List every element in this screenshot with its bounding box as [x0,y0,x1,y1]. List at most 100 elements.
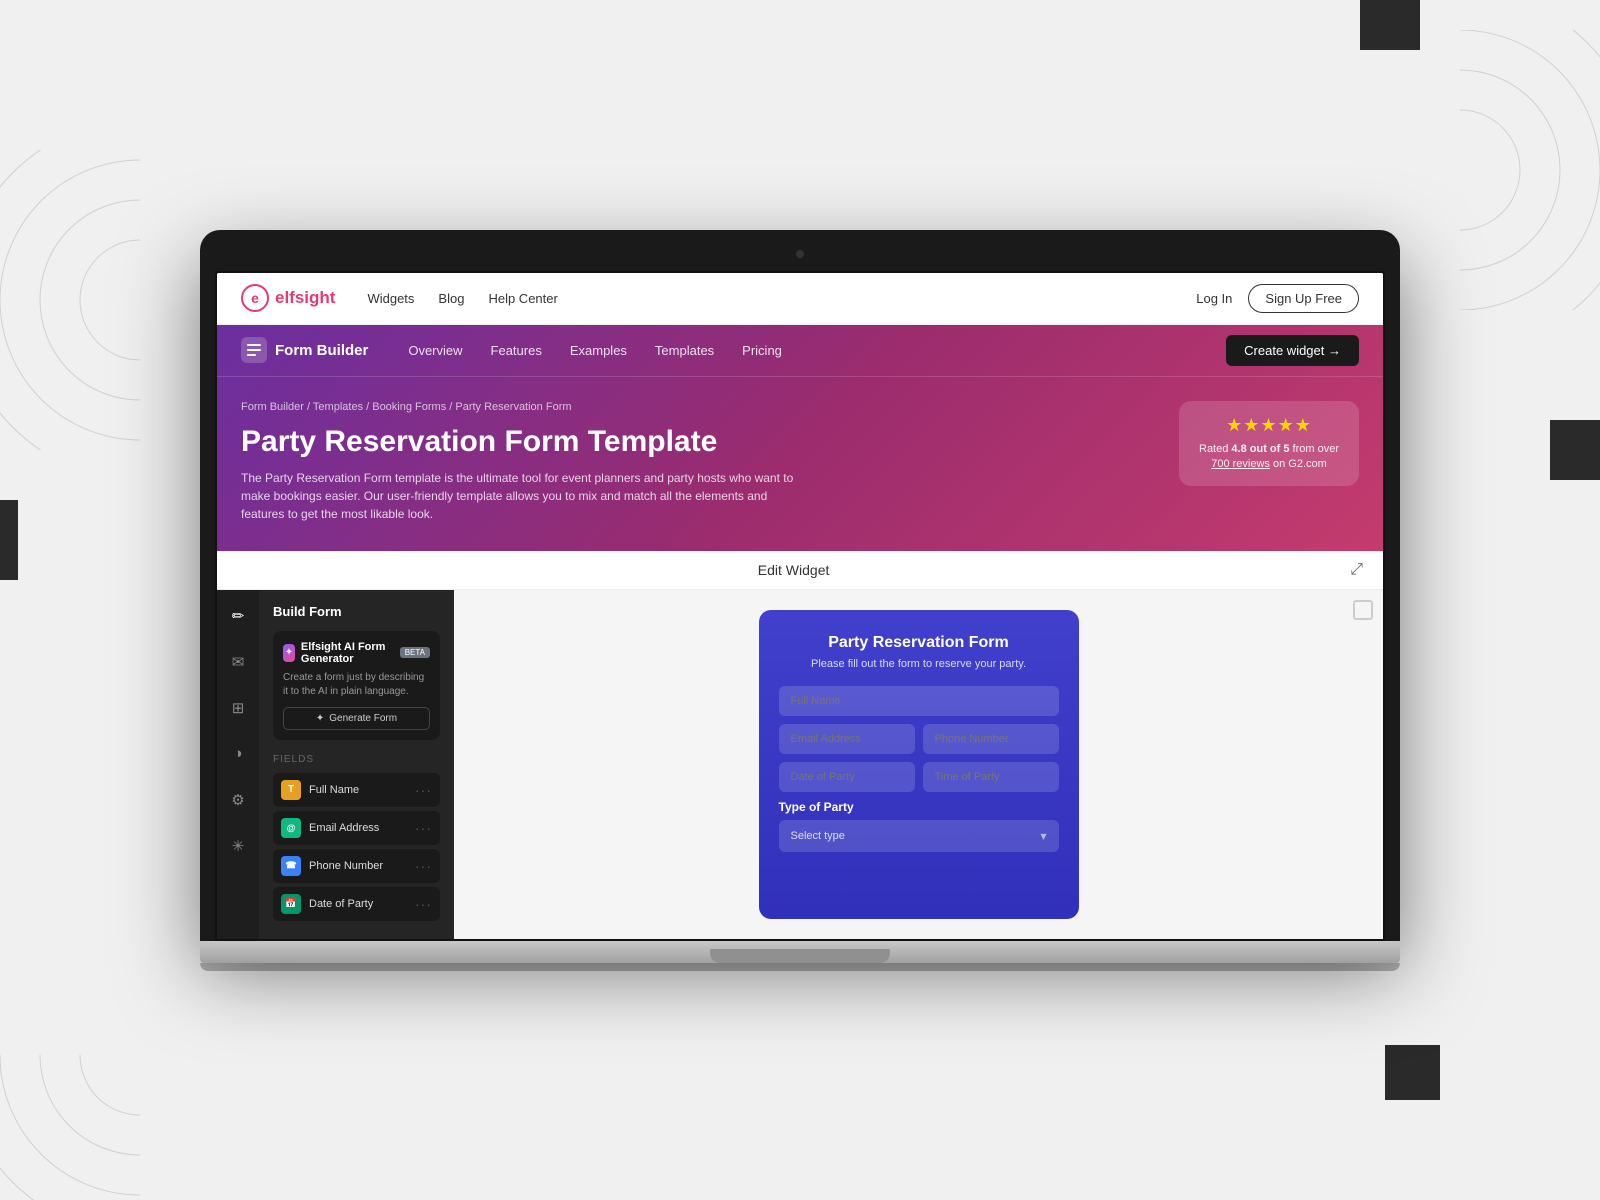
field-type-icon-phone: ☎ [281,856,301,876]
hero-title: Party Reservation Form Template [241,425,1179,459]
field-dots-date: ··· [415,896,432,912]
hero-section: Form Builder / Templates / Booking Forms… [217,377,1383,551]
laptop-camera [215,245,1385,263]
field-name-phone: Phone Number [309,860,383,872]
party-type-select[interactable]: Select type ▾ [779,820,1059,852]
logo-svg: e [241,284,269,312]
ai-title: Elfsight AI Form Generator [301,641,394,665]
ai-icon: ✦ [283,644,295,662]
sidebar-icons: ✏ ✉ ⊞ ◑ ⚙ ✳ [217,590,259,939]
site-navigation: e elfsight Widgets Blog Help Center Log … [217,273,1383,325]
bg-decoration-bottom [1385,1045,1440,1100]
laptop-frame: e elfsight Widgets Blog Help Center Log … [200,230,1400,941]
email-input[interactable] [779,724,915,754]
form-widget: Party Reservation Form Please fill out t… [759,610,1079,919]
nav-blog[interactable]: Blog [438,291,464,306]
signup-button[interactable]: Sign Up Free [1248,284,1359,313]
field-dots-email: ··· [415,820,432,836]
laptop-container: e elfsight Widgets Blog Help Center Log … [200,230,1400,971]
rating-stars: ★★★★★ [1199,415,1339,436]
build-form-panel: Build Form ✦ Elfsight AI Form Generator … [259,590,454,939]
laptop-base-notch [710,949,890,963]
nav-actions: Log In Sign Up Free [1196,284,1359,313]
field-item-left: T Full Name [281,780,359,800]
field-dots-phone: ··· [415,858,432,874]
expand-button[interactable]: ⤢ [1350,561,1363,579]
date-time-row [779,762,1059,792]
widget-editor: ✏ ✉ ⊞ ◑ ⚙ ✳ Build Form ✦ Elfsight AI For… [217,590,1383,939]
phone-input[interactable] [923,724,1059,754]
laptop-screen: e elfsight Widgets Blog Help Center Log … [215,271,1385,941]
select-arrow-icon: ▾ [1040,829,1046,843]
ai-generator: ✦ Elfsight AI Form Generator BETA Create… [273,631,440,740]
bg-circles-left [0,150,140,455]
product-header: Form Builder Overview Features Examples … [217,325,1383,551]
field-date[interactable]: 📅 Date of Party ··· [273,887,440,921]
field-name-date: Date of Party [309,898,373,910]
field-item-left-phone: ☎ Phone Number [281,856,383,876]
hero-content: Form Builder / Templates / Booking Forms… [241,401,1179,523]
field-phone[interactable]: ☎ Phone Number ··· [273,849,440,883]
field-dots-fullname: ··· [415,782,432,798]
field-full-name[interactable]: T Full Name ··· [273,773,440,807]
hero-description: The Party Reservation Form template is t… [241,469,801,523]
mobile-frame-indicator [1353,600,1373,620]
rating-text: Rated 4.8 out of 5 from over 700 reviews… [1199,442,1339,473]
breadcrumb: Form Builder / Templates / Booking Forms… [241,401,1179,413]
field-item-left-email: @ Email Address [281,818,379,838]
rating-reviews-link[interactable]: 700 reviews [1211,458,1270,470]
generate-icon: ✦ [316,713,324,724]
product-name: Form Builder [275,342,368,359]
sidebar-icon-asterisk[interactable]: ✳ [224,832,252,860]
nav-help-center[interactable]: Help Center [488,291,557,306]
edit-widget-header: Edit Widget ⤢ [217,551,1383,590]
field-email[interactable]: @ Email Address ··· [273,811,440,845]
create-widget-button[interactable]: Create widget → [1226,335,1359,366]
field-name-fullname: Full Name [309,784,359,796]
laptop-bottom [200,963,1400,971]
bg-circles-bottom-left [0,1055,140,1200]
product-nav-examples[interactable]: Examples [570,343,627,358]
sidebar-icon-palette[interactable]: ◑ [224,740,252,768]
sidebar-icon-settings[interactable]: ⚙ [224,786,252,814]
sidebar-icon-mail[interactable]: ✉ [224,648,252,676]
rating-card: ★★★★★ Rated 4.8 out of 5 from over 700 r… [1179,401,1359,487]
date-input[interactable] [779,762,915,792]
nav-links: Widgets Blog Help Center [367,291,1196,306]
nav-widgets[interactable]: Widgets [367,291,414,306]
time-input[interactable] [923,762,1059,792]
product-icon [241,337,267,363]
field-type-icon-date: 📅 [281,894,301,914]
fields-label: FIELDS [273,754,440,765]
product-nav-overview[interactable]: Overview [408,343,462,358]
edit-widget-title: Edit Widget [237,562,1350,578]
bg-decoration-left [0,500,18,580]
sidebar-icon-layers[interactable]: ⊞ [224,694,252,722]
generate-form-button[interactable]: ✦ Generate Form [283,707,430,730]
generate-label: Generate Form [329,713,397,724]
logo-text: elfsight [275,288,335,308]
product-nav-pricing[interactable]: Pricing [742,343,782,358]
bg-circles-right [1460,30,1600,315]
party-type-label: Type of Party [779,800,1059,814]
product-brand: Form Builder [241,337,368,363]
rating-label-middle: from over [1289,443,1339,455]
site-logo: e elfsight [241,284,335,312]
login-button[interactable]: Log In [1196,291,1232,306]
ai-description: Create a form just by describing it to t… [283,671,430,699]
rating-label-after: on G2.com [1270,458,1327,470]
ai-gen-header: ✦ Elfsight AI Form Generator BETA [283,641,430,665]
product-sub-nav: Form Builder Overview Features Examples … [217,325,1383,377]
form-widget-subtitle: Please fill out the form to reserve your… [779,658,1059,670]
field-name-email: Email Address [309,822,379,834]
product-nav-features[interactable]: Features [491,343,542,358]
rating-label-before: Rated [1199,443,1231,455]
form-widget-title: Party Reservation Form [779,634,1059,652]
sidebar-icon-pencil[interactable]: ✏ [224,602,252,630]
bg-decoration-right [1550,420,1600,480]
product-nav-templates[interactable]: Templates [655,343,714,358]
camera-dot [796,250,804,258]
full-name-input[interactable] [779,686,1059,716]
field-type-icon-email: @ [281,818,301,838]
panel-title: Build Form [273,604,440,619]
